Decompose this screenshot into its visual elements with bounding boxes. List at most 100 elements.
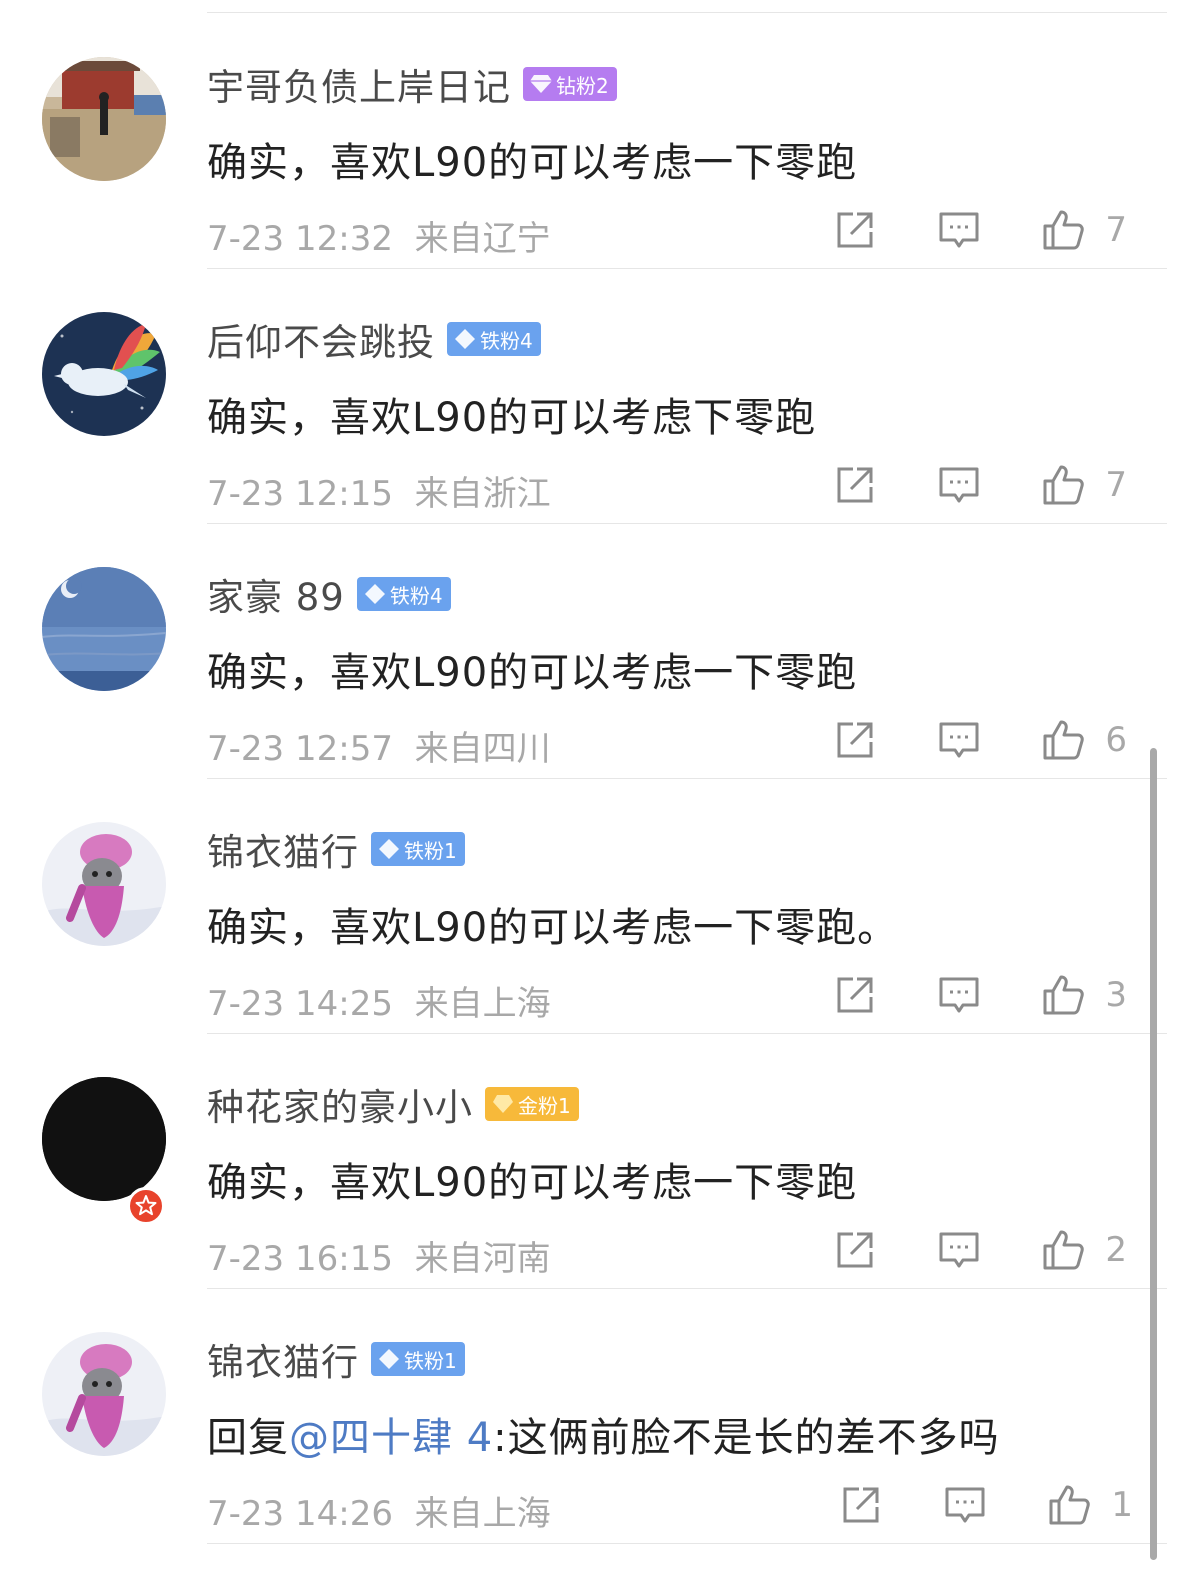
user-avatar[interactable] bbox=[42, 1332, 166, 1456]
thumbs-up-icon bbox=[1043, 720, 1085, 760]
like-button[interactable]: 7 bbox=[1041, 208, 1127, 252]
sky-avatar-image bbox=[42, 567, 166, 691]
share-button[interactable] bbox=[833, 463, 877, 507]
diamond-icon bbox=[455, 329, 475, 349]
fan-badge: 铁粉4 bbox=[356, 577, 451, 611]
fan-badge-label: 铁粉1 bbox=[404, 838, 457, 863]
like-count: 2 bbox=[1105, 1230, 1127, 1270]
share-icon bbox=[837, 977, 873, 1013]
comment-icon bbox=[939, 467, 979, 503]
cat-avatar-image bbox=[42, 822, 166, 946]
share-button[interactable] bbox=[833, 208, 877, 252]
comment-meta: 7-23 16:15 来自河南 bbox=[207, 1231, 551, 1280]
cat-avatar-image bbox=[42, 1332, 166, 1456]
reply-text: 回复@四十肆 4:这俩前脸不是长的差不多吗 bbox=[207, 1405, 1000, 1463]
share-icon bbox=[837, 467, 873, 503]
reply-button[interactable] bbox=[937, 718, 981, 762]
divider bbox=[207, 1543, 1167, 1544]
comment-meta: 7-23 14:25 来自上海 bbox=[207, 976, 551, 1025]
reply-button[interactable] bbox=[937, 208, 981, 252]
comment-item: 锦衣猫行 铁粉1 确实，喜欢L90的可以考虑一下零跑。 7-23 14:25 来… bbox=[0, 779, 1179, 1034]
comment-time: 7-23 12:15 bbox=[207, 474, 393, 514]
like-button[interactable]: 7 bbox=[1041, 463, 1127, 507]
thumbs-up-icon bbox=[1043, 1230, 1085, 1270]
comment-location: 来自上海 bbox=[414, 1494, 551, 1534]
like-button[interactable]: 3 bbox=[1041, 973, 1127, 1017]
like-button[interactable]: 6 bbox=[1041, 718, 1127, 762]
comment-icon bbox=[939, 722, 979, 758]
reply-body: :这俩前脸不是长的差不多吗 bbox=[493, 1415, 1000, 1461]
username[interactable]: 后仰不会跳投 bbox=[207, 312, 435, 366]
like-count: 1 bbox=[1111, 1485, 1133, 1525]
username[interactable]: 种花家的豪小小 bbox=[207, 1077, 473, 1131]
like-button[interactable]: 2 bbox=[1041, 1228, 1127, 1272]
share-icon bbox=[843, 1487, 879, 1523]
thumbs-up-icon bbox=[1043, 465, 1085, 505]
comment-meta: 7-23 12:57 来自四川 bbox=[207, 721, 551, 770]
like-count: 7 bbox=[1105, 210, 1127, 250]
like-button[interactable]: 1 bbox=[1047, 1483, 1133, 1527]
reply-button[interactable] bbox=[943, 1483, 987, 1527]
comment-item: 家豪 89 铁粉4 确实，喜欢L90的可以考虑一下零跑 7-23 12:57 来… bbox=[0, 524, 1179, 779]
fan-badge-label: 金粉1 bbox=[518, 1093, 571, 1118]
top-divider bbox=[207, 12, 1167, 13]
share-button[interactable] bbox=[839, 1483, 883, 1527]
diamond-icon bbox=[364, 584, 385, 604]
fan-badge: 铁粉4 bbox=[447, 322, 541, 356]
like-count: 3 bbox=[1105, 975, 1127, 1015]
star-icon bbox=[135, 1195, 157, 1216]
comment-location: 来自河南 bbox=[414, 1239, 551, 1279]
comment-meta: 7-23 12:32 来自辽宁 bbox=[207, 211, 551, 260]
comment-text: 确实，喜欢L90的可以考虑一下零跑 bbox=[207, 650, 858, 696]
reply-button[interactable] bbox=[937, 1228, 981, 1272]
user-avatar[interactable] bbox=[42, 312, 166, 436]
comment-icon bbox=[939, 212, 979, 248]
comment-location: 来自浙江 bbox=[414, 474, 551, 514]
reply-button[interactable] bbox=[937, 463, 981, 507]
fan-badge: 金粉1 bbox=[485, 1087, 579, 1121]
comment-icon bbox=[945, 1487, 985, 1523]
mention-link[interactable]: @四十肆 4 bbox=[289, 1415, 493, 1461]
fan-badge: 铁粉1 bbox=[371, 832, 465, 866]
comment-text: 确实，喜欢L90的可以考虑一下零跑。 bbox=[207, 905, 899, 951]
username[interactable]: 锦衣猫行 bbox=[207, 1332, 359, 1386]
scrollbar[interactable] bbox=[1150, 748, 1157, 1560]
share-button[interactable] bbox=[833, 1228, 877, 1272]
thumbs-up-icon bbox=[1043, 210, 1085, 250]
username[interactable]: 家豪 89 bbox=[207, 567, 345, 621]
share-icon bbox=[837, 212, 873, 248]
reply-prefix: 回复 bbox=[207, 1415, 289, 1461]
share-icon bbox=[837, 1232, 873, 1268]
comment-time: 7-23 16:15 bbox=[207, 1239, 393, 1279]
photo-avatar-image bbox=[42, 57, 166, 181]
diamond-icon bbox=[379, 1349, 399, 1369]
comment-item: 后仰不会跳投 铁粉4 确实，喜欢L90的可以考虑下零跑 7-23 12:15 来… bbox=[0, 269, 1179, 524]
reply-button[interactable] bbox=[937, 973, 981, 1017]
comment-text: 确实，喜欢L90的可以考虑下零跑 bbox=[207, 395, 817, 441]
user-avatar[interactable] bbox=[42, 822, 166, 946]
comment-item: 种花家的豪小小 金粉1 确实，喜欢L90的可以考虑一下零跑 7-23 16:15… bbox=[0, 1034, 1179, 1289]
comment-meta: 7-23 14:26 来自上海 bbox=[207, 1486, 551, 1535]
share-button[interactable] bbox=[833, 718, 877, 762]
fan-badge-label: 铁粉4 bbox=[480, 328, 533, 353]
user-avatar[interactable] bbox=[42, 567, 166, 691]
comment-meta: 7-23 12:15 来自浙江 bbox=[207, 466, 551, 515]
fan-badge: 铁粉1 bbox=[371, 1342, 465, 1376]
username[interactable]: 宇哥负债上岸日记 bbox=[207, 57, 511, 111]
share-button[interactable] bbox=[833, 973, 877, 1017]
fan-badge-label: 铁粉1 bbox=[404, 1348, 457, 1373]
comment-time: 7-23 14:25 bbox=[207, 984, 393, 1024]
gem-icon bbox=[493, 1095, 513, 1113]
fan-badge-label: 钻粉2 bbox=[556, 73, 609, 98]
like-count: 7 bbox=[1105, 465, 1127, 505]
comment-icon bbox=[939, 977, 979, 1013]
user-avatar[interactable] bbox=[42, 57, 166, 181]
fan-badge: 钻粉2 bbox=[523, 67, 617, 101]
user-avatar[interactable] bbox=[42, 1077, 166, 1201]
comment-location: 来自四川 bbox=[414, 729, 551, 769]
comment-time: 7-23 12:57 bbox=[207, 729, 393, 769]
bird-avatar-image bbox=[42, 312, 166, 436]
like-count: 6 bbox=[1105, 720, 1127, 760]
fan-badge-label: 铁粉4 bbox=[389, 583, 443, 608]
username[interactable]: 锦衣猫行 bbox=[207, 822, 359, 876]
